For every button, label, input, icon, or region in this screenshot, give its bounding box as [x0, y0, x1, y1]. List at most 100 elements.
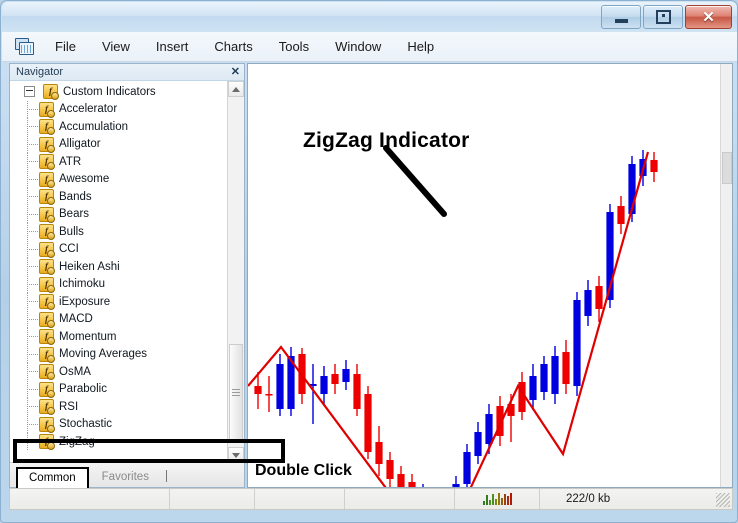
tree-root-label: Custom Indicators — [63, 85, 156, 98]
tree-item-stochastic[interactable]: f Stochastic — [10, 415, 228, 434]
tree-item-label: Momentum — [59, 330, 117, 343]
navigator-title-bar: Navigator ✕ — [10, 64, 244, 81]
status-cell-2 — [170, 489, 255, 509]
tree-connector — [24, 258, 39, 276]
candle — [551, 356, 559, 394]
tree-item-cci[interactable]: f CCI — [10, 240, 228, 259]
tree-item-label: OsMA — [59, 365, 91, 378]
title-bar: ✕ — [2, 2, 737, 32]
candle — [375, 442, 383, 464]
candle — [540, 364, 548, 392]
fx-icon: f — [39, 416, 55, 433]
tree-connector — [24, 380, 39, 398]
chevron-up-icon — [232, 86, 240, 92]
tree-item-label: Ichimoku — [59, 278, 106, 291]
tree-item-alligator[interactable]: f Alligator — [10, 135, 228, 154]
fx-icon: f — [39, 329, 55, 346]
tree-item-label: ZigZag — [59, 435, 95, 448]
tree-item-iexposure[interactable]: f iExposure — [10, 293, 228, 311]
menu-item-window[interactable]: Window — [324, 36, 392, 57]
fx-icon: f — [39, 119, 55, 136]
candle — [617, 206, 625, 224]
tree-connector — [24, 415, 39, 433]
tree-item-label: Accelerator — [59, 103, 118, 116]
tree-connector — [24, 153, 39, 171]
close-button[interactable]: ✕ — [685, 5, 732, 29]
tree-connector — [24, 188, 39, 206]
tree-item-moving-averages[interactable]: f Moving Averages — [10, 345, 228, 364]
tree-item-awesome[interactable]: f Awesome — [10, 170, 228, 189]
menu-item-charts[interactable]: Charts — [203, 36, 263, 57]
tree-connector — [24, 275, 39, 293]
fx-icon: f — [39, 399, 55, 416]
window-controls: ✕ — [601, 5, 732, 29]
menu-item-help[interactable]: Help — [396, 36, 445, 57]
navigator-close-icon[interactable]: ✕ — [231, 66, 240, 78]
tree-item-label: Stochastic — [59, 418, 113, 431]
tree-item-label: Alligator — [59, 138, 101, 151]
menu-item-tools[interactable]: Tools — [268, 36, 320, 57]
tree-item-rsi[interactable]: f RSI — [10, 398, 228, 416]
candle — [529, 376, 537, 400]
tree-item-label: Accumulation — [59, 120, 129, 133]
candle — [254, 386, 262, 394]
tree-connector — [24, 328, 39, 346]
tree-item-label: Awesome — [59, 173, 110, 186]
tree-item-accumulation[interactable]: f Accumulation — [10, 118, 228, 136]
tab-common[interactable]: Common — [16, 467, 89, 488]
fx-icon: f — [39, 364, 55, 381]
chart-scrollbar[interactable] — [720, 64, 732, 487]
tree-item-zigzag[interactable]: f ZigZag — [10, 433, 228, 451]
tree-item-bands[interactable]: f Bands — [10, 188, 228, 206]
navigator-scrollbar[interactable] — [227, 81, 244, 463]
fx-icon: f — [39, 259, 55, 276]
tree-item-parabolic[interactable]: f Parabolic — [10, 380, 228, 399]
tab-favorites[interactable]: Favorites — [91, 468, 160, 487]
indicator-tree: f Custom Indicators f Accelerator f Accumulat… — [10, 83, 228, 451]
tree-item-heiken-ashi[interactable]: f Heiken Ashi — [10, 258, 228, 276]
tree-connector — [24, 118, 39, 136]
scrollbar-thumb[interactable] — [229, 344, 243, 440]
maximize-button[interactable] — [643, 5, 683, 29]
chart-scrollbar-thumb[interactable] — [722, 152, 732, 184]
tree-item-osma[interactable]: f OsMA — [10, 363, 228, 381]
signal-bars-icon — [482, 493, 512, 505]
navigator-title: Navigator — [16, 66, 64, 78]
menu-item-file[interactable]: File — [44, 36, 87, 57]
candle — [276, 364, 284, 409]
tree-item-label: Bulls — [59, 225, 84, 238]
tree-item-atr[interactable]: f ATR — [10, 153, 228, 171]
tree-connector — [24, 240, 39, 258]
close-icon: ✕ — [702, 8, 715, 26]
candle — [595, 286, 603, 309]
minimize-button[interactable] — [601, 5, 641, 29]
connection-status[interactable] — [455, 489, 540, 509]
scroll-down-button[interactable] — [228, 447, 244, 463]
tree-connector — [24, 345, 39, 363]
tree-item-label: Parabolic — [59, 383, 107, 396]
tree-root-custom-indicators[interactable]: f Custom Indicators — [10, 83, 228, 101]
tree-item-accelerator[interactable]: f Accelerator — [10, 100, 228, 119]
tab-caret — [165, 470, 167, 482]
tree-item-momentum[interactable]: f Momentum — [10, 328, 228, 346]
tree-item-bulls[interactable]: f Bulls — [10, 223, 228, 241]
tree-item-ichimoku[interactable]: f Ichimoku — [10, 275, 228, 294]
double-click-hint: Double Click — [255, 462, 352, 479]
menu-item-insert[interactable]: Insert — [145, 36, 200, 57]
candle — [320, 376, 328, 394]
resize-grip-icon[interactable] — [716, 493, 730, 507]
fx-icon: f — [39, 241, 55, 258]
application-logo-icon — [15, 38, 34, 55]
tree-connector — [24, 398, 39, 416]
scroll-up-button[interactable] — [228, 81, 244, 97]
menu-bar: File View Insert Charts Tools Window Hel… — [2, 32, 737, 62]
candle — [408, 482, 416, 487]
menu-item-view[interactable]: View — [91, 36, 141, 57]
candle — [584, 290, 592, 316]
tree-item-macd[interactable]: f MACD — [10, 310, 228, 329]
fx-icon: f — [39, 101, 55, 118]
tree-item-bears[interactable]: f Bears — [10, 205, 228, 224]
tree-item-label: MACD — [59, 313, 93, 326]
collapse-icon[interactable] — [24, 86, 35, 98]
tree-item-label: Bears — [59, 208, 90, 221]
